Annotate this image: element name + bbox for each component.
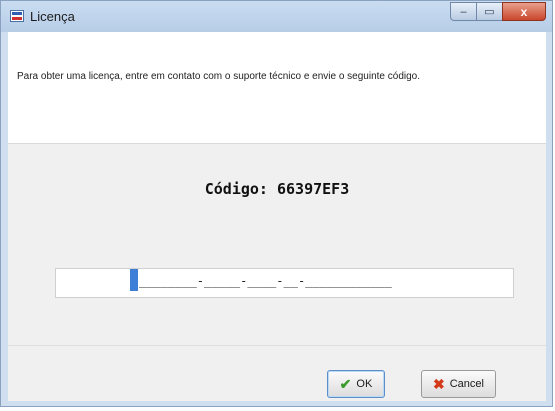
license-dialog: Licença – ▭ x Para obter uma licença, en… [0, 0, 553, 407]
instruction-panel: Para obter uma licença, entre em contato… [8, 32, 546, 144]
code-value: 66397EF3 [277, 180, 350, 198]
window-title: Licença [30, 9, 75, 24]
button-separator [8, 345, 546, 346]
maximize-button[interactable]: ▭ [476, 2, 502, 21]
cancel-button-label: Cancel [449, 378, 484, 390]
license-key-input[interactable]: ________-_____-____-__-____________ [55, 268, 514, 298]
ok-button[interactable]: ✔ OK [327, 370, 385, 398]
license-key-mask: ________-_____-____-__-____________ [139, 274, 392, 288]
code-display: Código: 66397EF3 [8, 180, 546, 198]
dialog-body: Para obter uma licença, entre em contato… [8, 32, 546, 401]
maximize-icon: ▭ [484, 6, 495, 18]
app-logo-icon [10, 10, 24, 22]
caption-buttons: – ▭ x [450, 2, 546, 22]
text-caret [130, 269, 138, 291]
red-x-icon: ✖ [433, 376, 445, 392]
close-button[interactable]: x [502, 2, 546, 21]
ok-button-label: OK [356, 378, 373, 390]
code-label: Código: [204, 180, 268, 198]
title-bar[interactable]: Licença – ▭ x [1, 1, 552, 32]
cancel-button[interactable]: ✖ Cancel [421, 370, 496, 398]
checkmark-icon: ✔ [339, 376, 352, 392]
minimize-icon: – [460, 5, 467, 18]
instruction-text: Para obter uma licença, entre em contato… [17, 71, 421, 82]
minimize-button[interactable]: – [450, 2, 476, 21]
close-icon: x [520, 4, 528, 19]
